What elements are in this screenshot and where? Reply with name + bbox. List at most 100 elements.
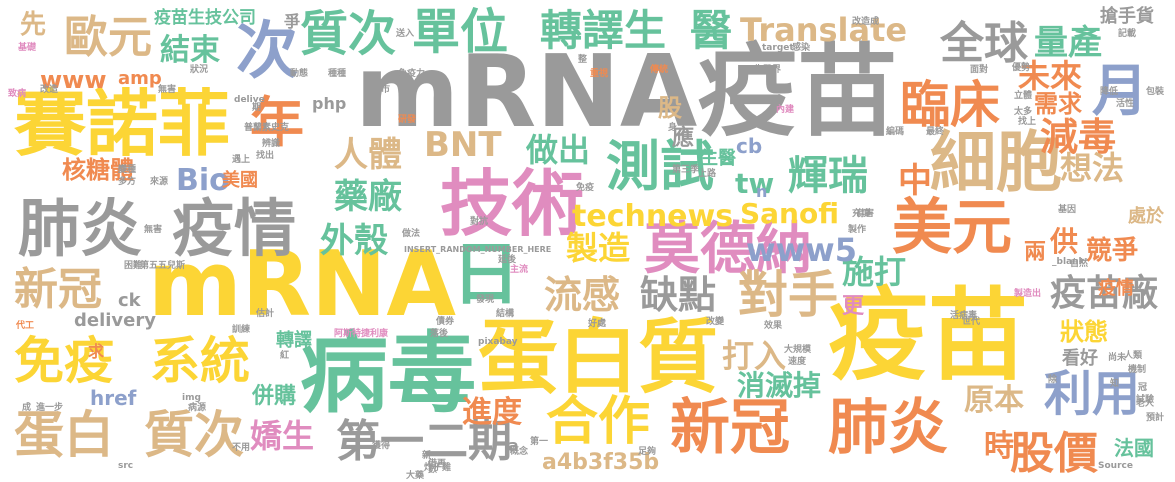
word-small: 第三季	[672, 165, 700, 175]
word-cb: cb	[736, 134, 763, 158]
word-small: 延後	[498, 255, 517, 265]
word-global: 全球	[940, 18, 1028, 69]
word-small: 第五五兒斯	[140, 261, 186, 271]
word-small: 充填	[852, 209, 871, 219]
word-middle: 中	[898, 161, 932, 201]
word-shell: 外殼	[320, 221, 388, 261]
word-small: 數	[428, 465, 438, 475]
word-small: 上路	[698, 169, 717, 179]
word-small: 變種	[118, 165, 137, 175]
word-compete: 競爭	[1086, 236, 1139, 266]
word-small: 改造成	[852, 17, 880, 27]
word-insert-random: INSERT_RANDOM_NUMBER_HERE	[404, 245, 552, 254]
word-small: 阿斯特捷利康	[334, 329, 389, 339]
word-small: 期	[252, 103, 262, 113]
word-cloud: mRNA疫苗 賽諾菲 技術 mRNA 日 病毒 蛋白質 疫苗 肺炎 疫情 細胞 …	[0, 0, 1175, 482]
word-tw: tw	[735, 167, 775, 200]
word-small: 重視	[590, 69, 609, 79]
word-small: 普蘭素史克	[244, 123, 290, 133]
word-small: 改造	[40, 85, 59, 95]
word-php: php	[312, 94, 347, 113]
word-small: 試驗	[1136, 395, 1155, 405]
word-technology: 技術	[440, 162, 585, 246]
word-small: 找上	[1018, 117, 1037, 127]
word-euro: 歐元	[64, 12, 152, 63]
word-mass-production: 量產	[1034, 23, 1102, 63]
word-small: 自然	[1070, 259, 1089, 269]
word-small: 不用	[232, 443, 251, 453]
word-small: 成	[22, 403, 32, 413]
word-small: 太多	[1014, 107, 1033, 117]
word-small: 面對	[970, 65, 989, 75]
word-small: 整	[578, 55, 588, 65]
word-supply: 供	[1050, 225, 1079, 258]
word-small: 債券	[436, 317, 455, 327]
word-progress: 進度	[462, 395, 522, 430]
word-small: 機制	[1128, 365, 1147, 375]
word-optimistic: 看好	[1062, 348, 1098, 369]
word-system: 系統	[150, 332, 250, 390]
word-usd: 美元	[892, 193, 1012, 263]
word-epidemic: 疫情	[172, 192, 297, 265]
word-small: 無害	[158, 85, 177, 95]
word-enter: 打入	[722, 337, 787, 375]
word-sanofi-en: Sanofi	[740, 197, 839, 230]
word-virus: 病毒	[300, 322, 477, 425]
word-protein: 蛋白質	[478, 311, 718, 404]
word-human-body: 人體	[334, 135, 402, 175]
word-flu: 流感	[544, 273, 621, 317]
word-small: 知	[1110, 379, 1120, 389]
word-www5: www5	[746, 231, 857, 269]
word-small: 大藥	[406, 471, 425, 481]
word-vaccine-biotech: 疫苗生技公司	[154, 8, 256, 28]
word-small: 身	[668, 123, 678, 133]
word-small: 傳統	[650, 65, 669, 75]
word-small: 生醫界	[754, 65, 782, 75]
word-small: 來源	[150, 177, 169, 187]
word-two: 兩	[1024, 240, 1047, 265]
word-hot-item: 搶手貨	[1100, 6, 1154, 27]
word-quality-times: 質次	[300, 6, 397, 62]
word-covid-left: 新冠	[14, 264, 102, 315]
word-small: 病源	[188, 403, 207, 413]
word-pharma: 藥廠	[334, 177, 402, 217]
word-first: 先	[20, 10, 47, 40]
word-small: 速度	[788, 357, 807, 367]
word-idea: 想法	[1060, 149, 1125, 187]
word-small: 進一步	[36, 403, 64, 413]
word-ck: ck	[118, 290, 141, 311]
word-small: 製作	[848, 225, 867, 235]
word-in: 處於	[1128, 206, 1164, 227]
word-small: 找出	[256, 151, 275, 161]
word-utilize: 利用	[1044, 366, 1141, 422]
word-small: 效果	[764, 321, 783, 331]
word-small: target	[762, 43, 794, 53]
word-cooperate: 合作	[546, 392, 651, 452]
word-small: 免疫力	[398, 69, 426, 79]
word-small: 立體	[1014, 91, 1033, 101]
word-technews: technews	[572, 199, 734, 234]
word-small: 紅	[280, 351, 290, 361]
word-more: 更	[842, 294, 865, 319]
word-small: 主流	[510, 265, 529, 275]
word-rival: 對手	[738, 266, 838, 324]
word-small: 包裝	[1146, 87, 1165, 97]
word-small: 對抗	[470, 217, 489, 227]
word-small: 人類	[1124, 351, 1143, 361]
word-small: 基礎	[18, 43, 37, 53]
word-small: 預計	[1146, 413, 1165, 423]
word-small: 編碼	[886, 127, 905, 137]
word-stock-price: 股價	[1010, 428, 1098, 479]
word-pneumonia-2: 肺炎	[828, 393, 948, 463]
word-small: 製造出	[1014, 289, 1042, 299]
word-small: 代工	[16, 321, 35, 331]
word-small: 活性	[1116, 99, 1135, 109]
word-sanofi-zh: 賽諾菲	[14, 82, 231, 166]
word-small: 記載	[1118, 29, 1137, 39]
word-translation: 轉譯生	[540, 6, 667, 55]
word-weakness: 缺點	[640, 273, 717, 317]
word-delivery: delivery	[74, 310, 156, 331]
word-manufacture: 製造	[566, 229, 631, 267]
word-covid: 新冠	[670, 393, 790, 463]
word-small: 訓練	[232, 325, 251, 335]
